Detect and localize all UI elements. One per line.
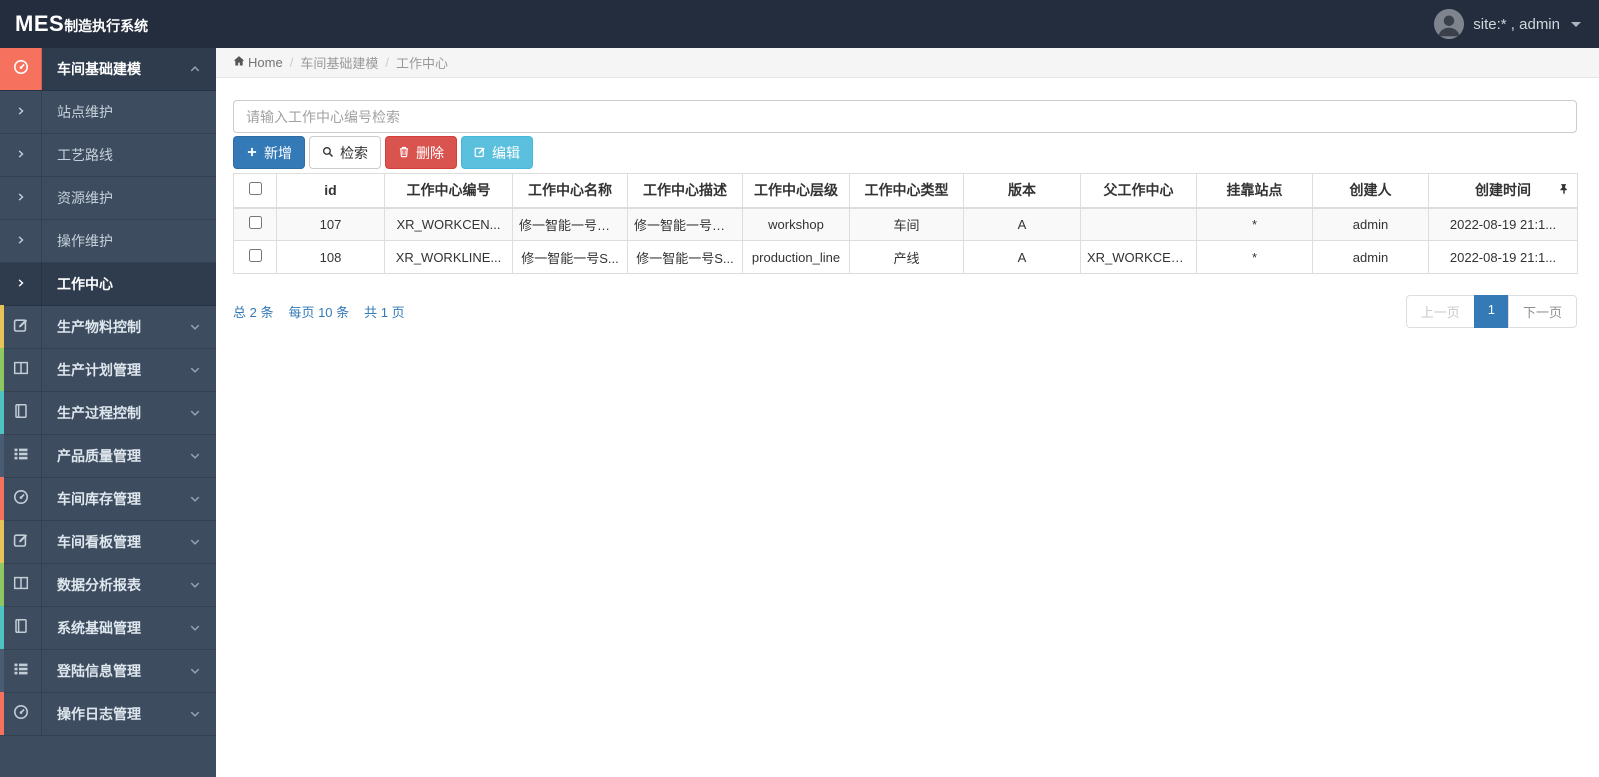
edit-icon (13, 532, 29, 553)
chevron-down-icon (189, 493, 201, 505)
edit-icon (13, 317, 29, 338)
search-icon (322, 145, 334, 161)
home-icon (233, 55, 245, 70)
sidebar-item-plan-management[interactable]: 生产计划管理 (0, 348, 216, 392)
chevron-down-icon (189, 665, 201, 677)
toolbar: 新增 检索 删除 编辑 (233, 136, 1577, 169)
chevron-right-icon (16, 232, 26, 250)
chevron-right-icon (16, 146, 26, 164)
search-button[interactable]: 检索 (309, 136, 381, 169)
sidebar-subitem-work-center[interactable]: 工作中心 (0, 263, 216, 306)
next-page-button[interactable]: 下一页 (1507, 295, 1577, 328)
sidebar-subitem-operation-maintenance[interactable]: 操作维护 (0, 220, 216, 263)
pagination-bar: 总 2 条 每页 10 条 共 1 页 上一页 1 下一页 (233, 295, 1577, 328)
prev-page-button[interactable]: 上一页 (1405, 295, 1475, 328)
chevron-down-icon (189, 364, 201, 376)
app-logo: MES 制造执行系统 (15, 11, 148, 37)
chevron-down-icon (189, 407, 201, 419)
plus-icon (246, 145, 258, 161)
chevron-right-icon (16, 275, 26, 293)
caret-down-icon (1571, 21, 1581, 27)
edit-button[interactable]: 编辑 (461, 136, 533, 169)
chevron-down-icon (189, 708, 201, 720)
sidebar-subitem-resource-maintenance[interactable]: 资源维护 (0, 177, 216, 220)
sidebar-item-system-management[interactable]: 系统基础管理 (0, 606, 216, 650)
table-header-row: id 工作中心编号 工作中心名称 工作中心描述 工作中心层级 工作中心类型 版本… (233, 173, 1578, 209)
delete-button[interactable]: 删除 (385, 136, 457, 169)
book-icon (13, 618, 29, 639)
add-button[interactable]: 新增 (233, 136, 305, 169)
pagination-summary: 总 2 条 每页 10 条 共 1 页 (233, 302, 405, 321)
logo-text-suffix: 制造执行系统 (64, 18, 149, 34)
breadcrumb-home-link[interactable]: Home (233, 55, 283, 70)
col-header-name: 工作中心名称 (512, 173, 628, 209)
work-center-table: id 工作中心编号 工作中心名称 工作中心描述 工作中心层级 工作中心类型 版本… (233, 173, 1578, 274)
col-header-creator: 创建人 (1312, 173, 1429, 209)
sidebar-item-inventory-management[interactable]: 车间库存管理 (0, 477, 216, 521)
page-1-button[interactable]: 1 (1473, 295, 1509, 328)
tachometer-icon (13, 489, 29, 510)
page-count: 共 1 页 (364, 305, 405, 320)
chevron-down-icon (189, 321, 201, 333)
sidebar-item-material-control[interactable]: 生产物料控制 (0, 305, 216, 349)
logo-text-mes: MES (15, 11, 65, 36)
row-checkbox[interactable] (248, 216, 262, 230)
breadcrumb-section: 车间基础建模 (300, 56, 379, 71)
book-icon (13, 403, 29, 424)
chevron-right-icon (16, 103, 26, 121)
col-header-parent: 父工作中心 (1080, 173, 1197, 209)
avatar (1434, 9, 1465, 39)
user-menu[interactable]: site:* , admin (1434, 0, 1581, 48)
list-icon (13, 661, 29, 682)
columns-icon (13, 360, 29, 381)
sidebar-subitem-site-maintenance[interactable]: 站点维护 (0, 91, 216, 134)
sidebar-item-process-control[interactable]: 生产过程控制 (0, 391, 216, 435)
breadcrumb-separator: / (289, 55, 294, 70)
sidebar-item-quality-management[interactable]: 产品质量管理 (0, 434, 216, 478)
col-header-desc: 工作中心描述 (627, 173, 743, 209)
content: 新增 检索 删除 编辑 (216, 78, 1599, 328)
sidebar-subitem-process-route[interactable]: 工艺路线 (0, 134, 216, 177)
chevron-down-icon (189, 450, 201, 462)
col-header-version: 版本 (963, 173, 1081, 209)
sidebar-item-operation-log-management[interactable]: 操作日志管理 (0, 692, 216, 736)
chevron-down-icon (189, 579, 201, 591)
sidebar-item-workshop-modeling[interactable]: 车间基础建模 (0, 48, 216, 91)
table-row[interactable]: 108 XR_WORKLINE... 修一智能一号S... 修一智能一号S...… (233, 240, 1578, 274)
columns-icon (13, 575, 29, 596)
pager: 上一页 1 下一页 (1405, 295, 1577, 328)
row-checkbox[interactable] (248, 249, 262, 262)
pin-icon (1558, 182, 1570, 198)
main-area: Home / 车间基础建模 / 工作中心 新增 检索 删除 编辑 (216, 48, 1599, 777)
chevron-up-icon (189, 63, 201, 75)
col-header-level: 工作中心层级 (742, 173, 850, 209)
chevron-right-icon (16, 189, 26, 207)
col-header-code: 工作中心编号 (384, 173, 513, 209)
col-header-site: 挂靠站点 (1196, 173, 1313, 209)
col-header-id: id (276, 173, 385, 209)
list-icon (13, 446, 29, 467)
top-navbar: MES 制造执行系统 site:* , admin (0, 0, 1599, 48)
per-page-count[interactable]: 每页 10 条 (288, 302, 349, 321)
breadcrumb: Home / 车间基础建模 / 工作中心 (216, 48, 1599, 78)
tachometer-icon (13, 59, 29, 80)
chevron-down-icon (189, 622, 201, 634)
total-count: 总 2 条 (233, 305, 274, 320)
sidebar-item-kanban-management[interactable]: 车间看板管理 (0, 520, 216, 564)
edit-icon (474, 145, 486, 161)
table-row[interactable]: 107 XR_WORKCEN... 修一智能一号车间 修一智能一号车间 work… (233, 207, 1578, 241)
sidebar-item-login-info-management[interactable]: 登陆信息管理 (0, 649, 216, 693)
tachometer-icon (13, 704, 29, 725)
breadcrumb-current: 工作中心 (395, 56, 448, 71)
chevron-down-icon (189, 536, 201, 548)
sidebar: 车间基础建模 站点维护 工艺路线 资源维护 操作维护 工作中心 生产物料控制 生… (0, 48, 216, 777)
col-header-created-time: 创建时间 (1428, 173, 1578, 209)
select-all-checkbox[interactable] (248, 182, 262, 196)
user-label: site:* , admin (1473, 15, 1560, 33)
col-header-type: 工作中心类型 (849, 173, 964, 209)
sidebar-item-data-analysis-reports[interactable]: 数据分析报表 (0, 563, 216, 607)
search-input[interactable] (233, 100, 1577, 133)
trash-icon (398, 145, 410, 161)
breadcrumb-separator: / (385, 55, 389, 70)
